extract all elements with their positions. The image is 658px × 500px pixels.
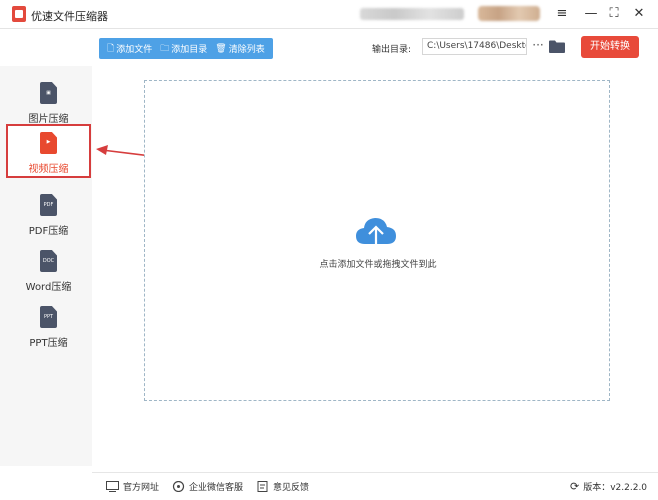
output-path-field[interactable]: C:\Users\17486\Deskto: [422, 38, 527, 55]
title-bar: 优速文件压缩器 ≡ — ⛶ ✕: [0, 0, 658, 29]
file-actions-group: 🗋 添加文件 🗀 添加目录 🗑 清除列表: [99, 38, 273, 59]
sidebar-item-word[interactable]: DOC Word压缩: [6, 242, 91, 296]
sidebar-item-ppt[interactable]: PPT PPT压缩: [6, 298, 91, 352]
official-site-link[interactable]: 官方网址: [106, 480, 159, 493]
blurred-user-info: [360, 8, 464, 20]
ppt-file-icon-text: PPT: [43, 314, 54, 320]
sidebar-item-image[interactable]: ▣ 图片压缩: [6, 74, 91, 128]
blurred-user-avatar[interactable]: [478, 6, 540, 21]
add-folder-button[interactable]: 🗀 添加目录: [156, 38, 211, 59]
word-file-icon-text: DOC: [42, 258, 55, 264]
app-title: 优速文件压缩器: [31, 10, 108, 23]
sidebar-item-label: Word压缩: [25, 282, 72, 293]
clear-list-label: 清除列表: [228, 45, 265, 55]
sidebar: ▣ 图片压缩 ▶ 视频压缩 PDF PDF压缩 DOC Word压缩 PPT P…: [0, 66, 92, 466]
drop-hint-text: 点击添加文件或拖拽文件到此: [319, 260, 437, 270]
folder-icon: 🗀: [160, 43, 170, 54]
footer-bar: 官方网址 企业微信客服 意见反馈 ⟳ 版本：v2.2.2.0: [92, 472, 658, 500]
add-file-label: 添加文件: [116, 45, 153, 55]
output-dir-label: 输出目录:: [372, 45, 412, 55]
video-file-icon-glyph: ▶: [46, 139, 51, 145]
trash-icon: 🗑: [215, 43, 227, 54]
sidebar-item-label: PDF压缩: [28, 226, 69, 237]
app-logo-icon: [12, 6, 26, 22]
version-label: 版本：v2.2.2.0: [583, 483, 648, 493]
add-file-icon: 🗋: [107, 43, 115, 54]
sidebar-item-pdf[interactable]: PDF PDF压缩: [6, 186, 91, 240]
refresh-icon: ⟳: [570, 480, 580, 493]
sidebar-item-label: 图片压缩: [28, 114, 69, 125]
minimize-icon[interactable]: —: [580, 4, 602, 24]
menu-icon[interactable]: ≡: [551, 4, 573, 24]
sidebar-item-label: PPT压缩: [29, 338, 68, 349]
wechat-support-label: 企业微信客服: [189, 483, 244, 493]
add-file-button[interactable]: 🗋 添加文件: [103, 38, 156, 59]
file-drop-zone[interactable]: 点击添加文件或拖拽文件到此: [144, 80, 610, 401]
chat-icon: [172, 481, 185, 492]
close-icon[interactable]: ✕: [628, 4, 650, 24]
feedback-icon: [257, 481, 268, 492]
wechat-support-link[interactable]: 企业微信客服: [172, 480, 243, 493]
maximize-icon[interactable]: ⛶: [603, 4, 625, 24]
open-folder-icon[interactable]: [549, 40, 565, 53]
image-file-icon-glyph: ▣: [46, 90, 51, 96]
start-convert-button[interactable]: 开始转换: [581, 36, 639, 58]
pdf-file-icon-text: PDF: [43, 202, 54, 208]
official-site-label: 官方网址: [123, 483, 160, 493]
feedback-link[interactable]: 意见反馈: [256, 480, 309, 493]
cloud-upload-icon: [356, 218, 396, 246]
version-info[interactable]: ⟳ 版本：v2.2.2.0: [570, 480, 647, 493]
feedback-label: 意见反馈: [273, 483, 310, 493]
sidebar-item-label: 视频压缩: [28, 164, 69, 175]
add-folder-label: 添加目录: [171, 45, 208, 55]
clear-list-button[interactable]: 🗑 清除列表: [211, 38, 268, 59]
more-options-button[interactable]: ···: [531, 38, 545, 55]
sidebar-item-video[interactable]: ▶ 视频压缩: [6, 124, 91, 178]
monitor-icon: [106, 481, 119, 492]
